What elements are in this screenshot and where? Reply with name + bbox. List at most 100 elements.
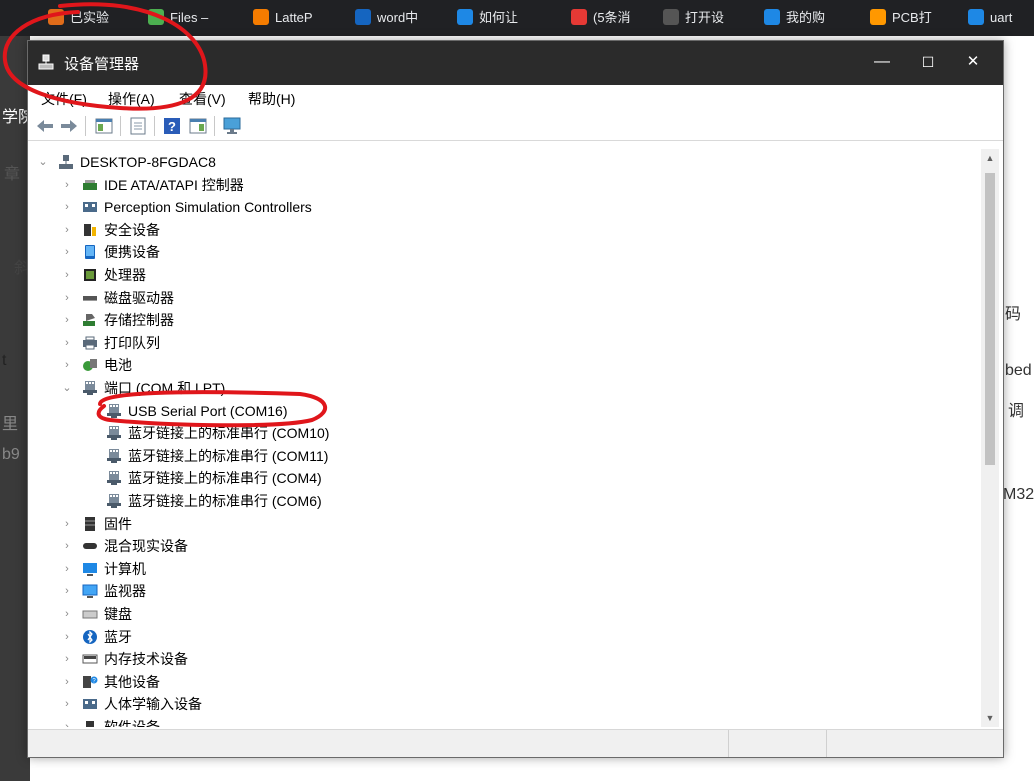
tree-node-label: 蓝牙链接上的标准串行 (COM10) [128, 425, 330, 441]
browser-tab[interactable]: Files – [148, 4, 240, 32]
scan-hardware-icon[interactable] [221, 115, 243, 137]
scrollbar-thumb[interactable] [985, 173, 995, 465]
chevron-right-icon[interactable]: › [62, 626, 72, 648]
tree-node-label: Perception Simulation Controllers [104, 199, 312, 215]
browser-tab-label: 已实验 [70, 10, 110, 25]
status-cell [826, 730, 926, 757]
tree-category-node[interactable]: ⌄ 端口 (COM 和 LPT) [32, 377, 978, 399]
menu-action[interactable]: 操作(A) [108, 89, 155, 109]
tab-favicon-icon [48, 9, 64, 25]
tree-category-node[interactable]: › 磁盘驱动器 [32, 287, 978, 309]
chevron-right-icon[interactable]: › [62, 580, 72, 602]
menu-file[interactable]: 文件(F) [41, 89, 87, 109]
chevron-right-icon[interactable]: › [62, 603, 72, 625]
chevron-right-icon[interactable]: › [62, 264, 72, 286]
chevron-right-icon[interactable]: › [62, 535, 72, 557]
background-text-fragment: t [2, 352, 7, 369]
maximize-button[interactable]: ☐ [905, 41, 951, 85]
chevron-down-icon[interactable]: ⌄ [38, 151, 48, 173]
chevron-down-icon[interactable]: ⌄ [62, 377, 72, 399]
device-manager-icon [38, 54, 54, 70]
device-tree[interactable]: ⌄ DESKTOP-8FGDAC8 › IDE ATA/ATAPI 控制器 › Perce… [32, 149, 978, 727]
tree-node-label: 内存技术设备 [104, 651, 188, 667]
view-icon[interactable] [187, 115, 209, 137]
browser-tab[interactable]: PCB打 [870, 4, 962, 32]
chevron-right-icon[interactable]: › [62, 513, 72, 535]
help-icon[interactable]: ? [161, 115, 183, 137]
chevron-right-icon[interactable]: › [62, 671, 72, 693]
tree-category-node[interactable]: › 打印队列 [32, 332, 978, 354]
tree-device-node[interactable]: 蓝牙链接上的标准串行 (COM10) [32, 422, 978, 444]
perception-controller-icon [83, 202, 97, 212]
tab-favicon-icon [253, 9, 269, 25]
chevron-right-icon[interactable]: › [62, 309, 72, 331]
tree-category-node[interactable]: › 计算机 [32, 558, 978, 580]
tree-node-label: 端口 (COM 和 LPT) [104, 380, 226, 396]
tree-node-label: 其他设备 [104, 674, 160, 690]
vertical-scrollbar[interactable]: ▲ ▼ [981, 149, 999, 727]
browser-tab[interactable]: uart [968, 4, 1032, 32]
back-icon[interactable] [34, 115, 56, 137]
chevron-right-icon[interactable]: › [62, 219, 72, 241]
chevron-right-icon[interactable]: › [62, 693, 72, 715]
forward-icon[interactable] [58, 115, 80, 137]
tree-category-node[interactable]: › 蓝牙 [32, 626, 978, 648]
browser-tab[interactable]: LatteP [253, 4, 345, 32]
tree-category-node[interactable]: › Perception Simulation Controllers [32, 196, 978, 218]
tree-category-node[interactable]: › 电池 [32, 354, 978, 376]
minimize-button[interactable]: — [859, 41, 905, 85]
device-manager-window: 设备管理器 — ☐ ✕ 文件(F) 操作(A) 查看(V) 帮助(H) ? ⌄ … [27, 40, 1004, 758]
chevron-right-icon[interactable]: › [62, 196, 72, 218]
tree-device-node[interactable]: 蓝牙链接上的标准串行 (COM4) [32, 467, 978, 489]
tree-device-node[interactable]: 蓝牙链接上的标准串行 (COM11) [32, 445, 978, 467]
browser-tab[interactable]: 已实验 [48, 4, 140, 32]
chevron-right-icon[interactable]: › [62, 716, 72, 727]
browser-tab[interactable]: 打开设 [663, 4, 755, 32]
tree-category-node[interactable]: › 混合现实设备 [32, 535, 978, 557]
menu-view[interactable]: 查看(V) [179, 89, 226, 109]
chevron-right-icon[interactable]: › [62, 648, 72, 670]
properties-icon[interactable] [93, 115, 115, 137]
scroll-down-icon[interactable]: ▼ [981, 709, 999, 727]
chevron-right-icon[interactable]: › [62, 558, 72, 580]
tree-category-node[interactable]: › 存储控制器 [32, 309, 978, 331]
tree-node-label: 人体学输入设备 [104, 696, 202, 712]
tree-category-node[interactable]: › IDE ATA/ATAPI 控制器 [32, 174, 978, 196]
close-button[interactable]: ✕ [950, 41, 996, 85]
tree-category-node[interactable]: › 监视器 [32, 580, 978, 602]
chevron-right-icon[interactable]: › [62, 241, 72, 263]
browser-tab[interactable]: 我的购 [764, 4, 856, 32]
title-bar[interactable]: 设备管理器 — ☐ ✕ [28, 41, 1003, 85]
status-bar [28, 729, 1003, 757]
tree-category-node[interactable]: › 安全设备 [32, 219, 978, 241]
tab-favicon-icon [764, 9, 780, 25]
browser-tab[interactable]: 如何让 [457, 4, 549, 32]
tree-root-node[interactable]: ⌄ DESKTOP-8FGDAC8 [32, 151, 978, 173]
tree-category-node[interactable]: › 内存技术设备 [32, 648, 978, 670]
tree-category-node[interactable]: › 便携设备 [32, 241, 978, 263]
browser-tab[interactable]: word中 [355, 4, 447, 32]
tab-favicon-icon [968, 9, 984, 25]
chevron-right-icon[interactable]: › [62, 354, 72, 376]
computer-icon [83, 563, 97, 576]
tree-category-node[interactable]: › 处理器 [32, 264, 978, 286]
port-icon [107, 449, 121, 463]
tab-favicon-icon [457, 9, 473, 25]
status-cell [728, 730, 826, 757]
update-driver-icon[interactable] [127, 115, 149, 137]
tree-category-node[interactable]: › 固件 [32, 513, 978, 535]
chevron-right-icon[interactable]: › [62, 287, 72, 309]
tree-category-node[interactable]: › 软件设备 [32, 716, 978, 727]
menu-help[interactable]: 帮助(H) [248, 89, 295, 109]
chevron-right-icon[interactable]: › [62, 174, 72, 196]
tree-category-node[interactable]: › 人体学输入设备 [32, 693, 978, 715]
browser-tab[interactable]: (5条消 [571, 4, 663, 32]
chevron-right-icon[interactable]: › [62, 332, 72, 354]
tree-category-node[interactable]: › 键盘 [32, 603, 978, 625]
tree-device-node[interactable]: USB Serial Port (COM16) [32, 400, 978, 422]
scroll-up-icon[interactable]: ▲ [981, 149, 999, 167]
tab-favicon-icon [870, 9, 886, 25]
tree-node-label: IDE ATA/ATAPI 控制器 [104, 177, 244, 193]
tree-device-node[interactable]: 蓝牙链接上的标准串行 (COM6) [32, 490, 978, 512]
tree-category-node[interactable]: ›? 其他设备 [32, 671, 978, 693]
